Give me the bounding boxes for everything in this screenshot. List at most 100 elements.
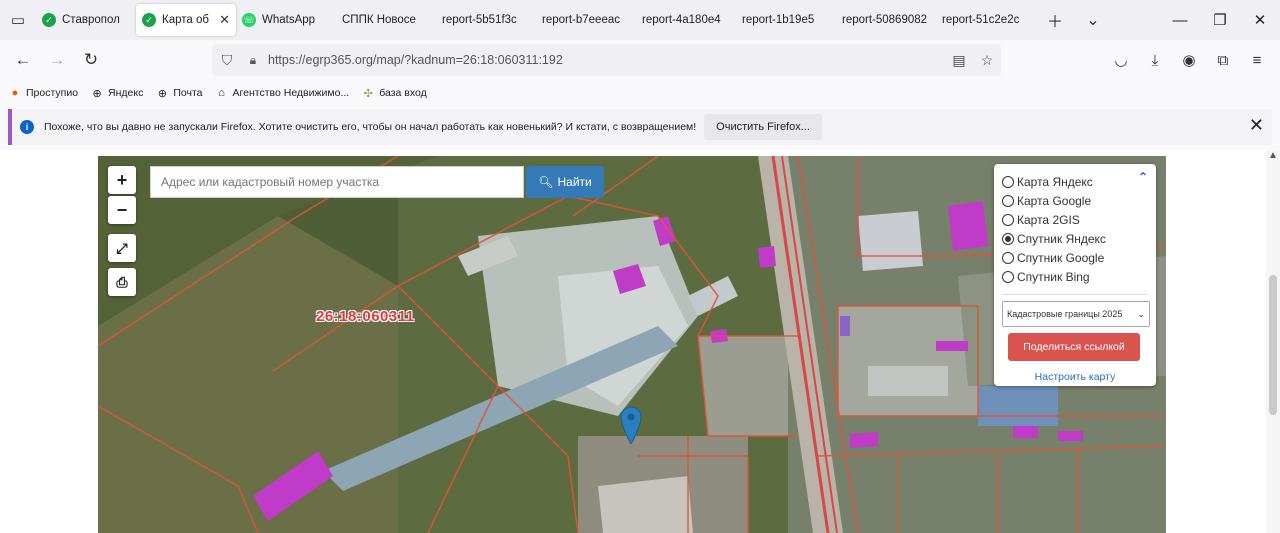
puzzle-icon: ✣	[363, 87, 373, 100]
refresh-firefox-button[interactable]: Очистить Firefox...	[704, 114, 822, 140]
layer-label: Карта Google	[1017, 193, 1092, 208]
tab-10[interactable]: report-51c2e2c	[936, 4, 1036, 36]
new-tab-plus-icon[interactable]: ＋	[1036, 0, 1074, 40]
radio-button[interactable]	[1002, 175, 1014, 188]
layer-option-google-map[interactable]: Карта Google	[1002, 191, 1148, 210]
cadastral-borders-select[interactable]: Кадастровые границы 2025 ⌄	[1002, 301, 1150, 327]
select-value: Кадастровые границы 2025	[1007, 309, 1123, 319]
url-text[interactable]: https://egrp365.org/map/?kadnum=26:18:06…	[264, 53, 945, 67]
tab-8[interactable]: report-1b19e5	[736, 4, 836, 36]
tab-label: report-4a180e4	[642, 14, 721, 26]
pocket-icon[interactable]: ◡	[1104, 43, 1138, 77]
address-bar[interactable]: ⛉ 🔒︎ https://egrp365.org/map/?kadnum=26:…	[212, 44, 1001, 76]
menu-hamburger-icon[interactable]: ≡	[1240, 43, 1274, 77]
reader-view-icon[interactable]: ▤	[945, 52, 973, 69]
layer-label: Карта Яндекс	[1017, 174, 1093, 189]
close-notification-icon[interactable]: ✕	[1249, 115, 1264, 136]
extensions-icon[interactable]: ⧉	[1206, 43, 1240, 77]
tab-label: WhatsApp	[262, 14, 316, 26]
collapse-chevron-up-icon[interactable]: ⌃	[1138, 170, 1148, 184]
bookmark-label: Проступио	[26, 87, 79, 99]
firefox-icon: ●	[11, 87, 19, 99]
layer-option-google-satellite[interactable]: Спутник Google	[1002, 248, 1148, 267]
tab-label: Карта об	[162, 14, 209, 26]
tab-4[interactable]: СППК Новосе	[336, 4, 436, 36]
tab-6[interactable]: report-b7eeeac	[536, 4, 636, 36]
print-icon[interactable]: ⎙	[108, 268, 136, 296]
zoom-out-button[interactable]: −	[108, 196, 136, 224]
layer-option-yandex-satellite[interactable]: Спутник Яндекс	[1002, 229, 1148, 248]
list-tabs-chevron-icon[interactable]: ⌄	[1074, 0, 1112, 40]
tab-9[interactable]: report-50869082	[836, 4, 936, 36]
minimize-icon[interactable]: —	[1160, 0, 1200, 40]
tracking-shield-icon[interactable]: ⛉	[212, 52, 242, 69]
layer-option-bing-satellite[interactable]: Спутник Bing	[1002, 267, 1148, 286]
tab-7[interactable]: report-4a180e4	[636, 4, 736, 36]
whatsapp-favicon-icon: ☏	[242, 13, 256, 27]
bookmark-star-icon[interactable]: ☆	[973, 52, 1001, 69]
bookmarks-toolbar: ● Проступио ⊕ Яндекс ⊕ Почта ⌂ Агентство…	[0, 80, 1280, 106]
lock-icon[interactable]: 🔒︎	[242, 53, 264, 68]
bookmark-label: Яндекс	[108, 87, 144, 99]
map-marker-icon[interactable]	[620, 406, 642, 444]
page-scrollbar[interactable]: ▲	[1266, 150, 1280, 533]
layer-label: Спутник Bing	[1017, 269, 1090, 284]
account-icon[interactable]: ◉	[1172, 43, 1206, 77]
bookmark-item[interactable]: ⌂ Агентство Недвижимо...	[215, 86, 350, 100]
fullscreen-expand-icon[interactable]: ⤢	[108, 234, 136, 262]
home-icon: ⌂	[218, 87, 225, 99]
downloads-icon[interactable]: ⤓	[1138, 43, 1172, 77]
notification-message: Похоже, что вы давно не запускали Firefo…	[44, 121, 697, 133]
bookmark-label: Агентство Недвижимо...	[232, 87, 350, 99]
tab-overview-icon[interactable]: ▭	[0, 0, 36, 40]
tab-strip: ▭ ✓ Ставропол ✓ Карта об ✕ ☏ WhatsApp СП…	[0, 0, 1280, 40]
radio-button[interactable]	[1002, 270, 1014, 283]
tab-3[interactable]: ☏ WhatsApp	[236, 4, 336, 36]
tab-2-active[interactable]: ✓ Карта об ✕	[136, 4, 236, 36]
tab-label: report-5b51f3c	[442, 14, 517, 26]
tab-label: Ставропол	[62, 14, 120, 26]
map-view[interactable]: + − ⤢ ⎙ 🔍︎ Найти 26:18:060311 ⌃ Карта Ян…	[98, 156, 1166, 533]
tab-5[interactable]: report-5b51f3c	[436, 4, 536, 36]
back-arrow-icon[interactable]: ←	[6, 43, 40, 77]
globe-icon: ⊕	[92, 87, 102, 100]
tab-close-icon[interactable]: ✕	[219, 12, 230, 28]
address-search-input[interactable]	[150, 166, 524, 198]
radio-button[interactable]	[1002, 251, 1014, 264]
reload-icon[interactable]: ↻	[74, 43, 108, 77]
globe-icon: ⊕	[157, 87, 167, 100]
tab-1[interactable]: ✓ Ставропол	[36, 4, 136, 36]
browser-window: ▭ ✓ Ставропол ✓ Карта об ✕ ☏ WhatsApp СП…	[0, 0, 1280, 533]
scroll-up-arrow-icon[interactable]: ▲	[1266, 150, 1280, 164]
bookmark-item[interactable]: ⊕ Яндекс	[90, 86, 143, 100]
bookmark-item[interactable]: ✣ база вход	[361, 86, 427, 100]
map-layers-panel: ⌃ Карта Яндекс Карта Google Карта 2GIS С…	[994, 164, 1156, 386]
find-button-label: Найти	[557, 175, 592, 189]
page-content: + − ⤢ ⎙ 🔍︎ Найти 26:18:060311 ⌃ Карта Ян…	[0, 150, 1280, 533]
layer-label: Спутник Google	[1017, 250, 1105, 265]
layer-label: Спутник Яндекс	[1017, 231, 1106, 246]
bookmark-label: Почта	[173, 87, 203, 99]
scrollbar-thumb[interactable]	[1269, 275, 1277, 415]
radio-button-checked[interactable]	[1002, 232, 1014, 245]
find-button[interactable]: 🔍︎ Найти	[526, 166, 604, 198]
tab-label: report-1b19e5	[742, 14, 815, 26]
setup-map-link[interactable]: Настроить карту	[1002, 371, 1148, 383]
bookmark-label: база вход	[379, 87, 427, 99]
search-icon: 🔍︎	[538, 175, 554, 189]
close-window-icon[interactable]: ✕	[1240, 0, 1280, 40]
zoom-in-button[interactable]: +	[108, 166, 136, 194]
chevron-down-icon: ⌄	[1137, 308, 1145, 319]
radio-button[interactable]	[1002, 213, 1014, 226]
layer-option-yandex-map[interactable]: Карта Яндекс	[1002, 172, 1148, 191]
check-favicon-icon: ✓	[142, 13, 156, 27]
bookmark-item[interactable]: ● Проступио	[8, 86, 78, 100]
layer-option-2gis-map[interactable]: Карта 2GIS	[1002, 210, 1148, 229]
share-link-button[interactable]: Поделиться ссылкой	[1008, 333, 1140, 361]
radio-button[interactable]	[1002, 194, 1014, 207]
bookmark-item[interactable]: ⊕ Почта	[155, 86, 203, 100]
forward-arrow-icon[interactable]: →	[40, 43, 74, 77]
tab-label: report-50869082	[842, 14, 928, 26]
restore-icon[interactable]: ❐	[1200, 0, 1240, 40]
divider	[1002, 294, 1148, 295]
